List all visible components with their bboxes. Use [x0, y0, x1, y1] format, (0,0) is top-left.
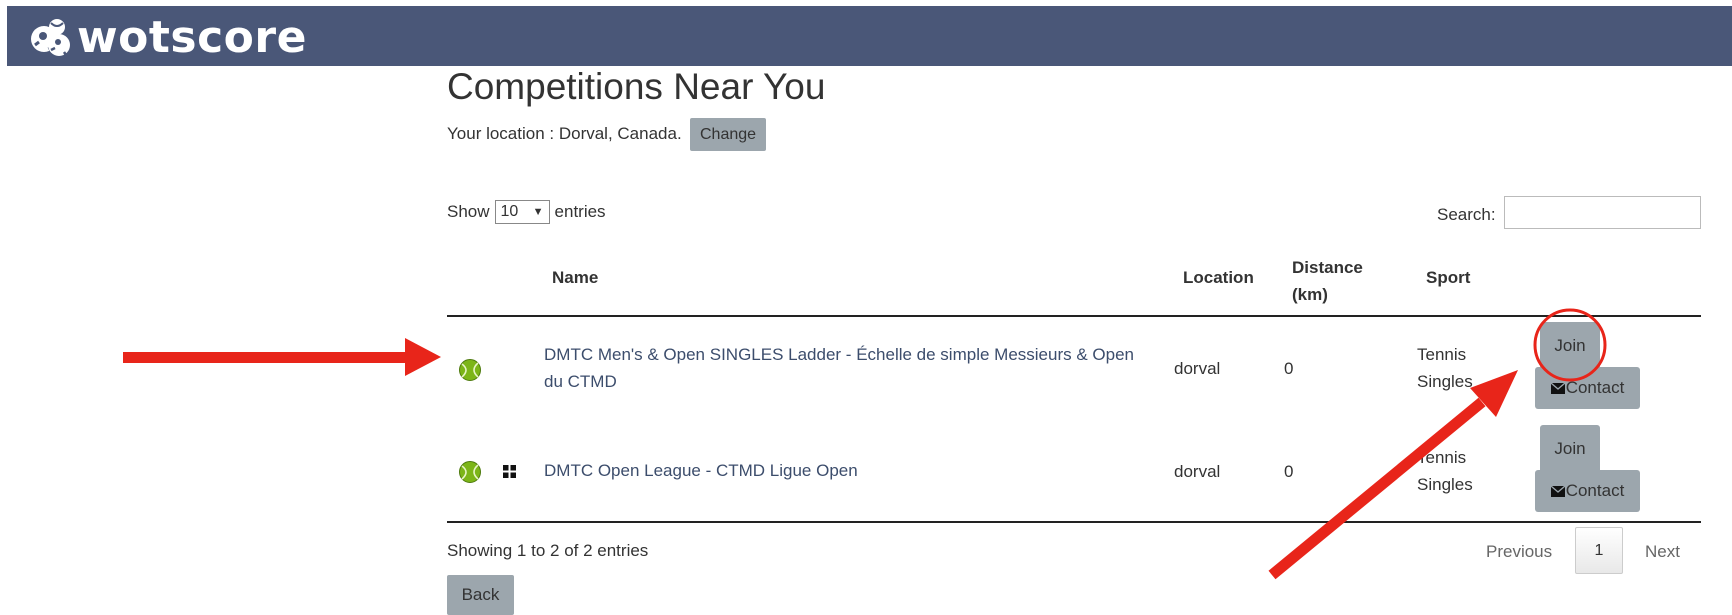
location-cell: dorval [1174, 462, 1221, 481]
distance-cell: 0 [1284, 359, 1294, 378]
sport-cell: Tennis Singles [1417, 341, 1473, 395]
page-length-select[interactable]: 10 ▼ [494, 200, 550, 224]
contact-button[interactable]: Contact [1535, 470, 1640, 512]
distance-cell: 0 [1284, 462, 1294, 481]
table-info-text: Showing 1 to 2 of 2 entries [447, 541, 649, 560]
pagination-page-1[interactable]: 1 [1575, 527, 1623, 574]
competition-name-line1: DMTC Men's & Open SINGLES Ladder - Échel… [544, 345, 1134, 364]
grid-icon [503, 465, 516, 478]
competition-name-line2: du CTMD [544, 372, 617, 391]
contact-button[interactable]: Contact [1535, 367, 1640, 409]
pagination-next[interactable]: Next [1645, 542, 1680, 562]
left-arrow-annotation [123, 338, 441, 376]
competition-link[interactable]: DMTC Men's & Open SINGLES Ladder - Échel… [544, 341, 1134, 395]
diagonal-arrow-annotation [1268, 370, 1518, 580]
column-header-distance[interactable]: Distance (km) [1292, 254, 1363, 308]
sport-line2: Singles [1417, 372, 1473, 391]
sport-line1: Tennis [1417, 448, 1467, 467]
sport-line2: Singles [1417, 475, 1473, 494]
page-title: Competitions Near You [447, 66, 826, 107]
search-input[interactable] [1504, 196, 1701, 229]
contact-label: Contact [1565, 378, 1625, 397]
location-cell: dorval [1174, 359, 1221, 378]
search-label: Search: [1437, 205, 1496, 224]
column-header-sport[interactable]: Sport [1426, 268, 1470, 288]
contact-label: Contact [1565, 481, 1625, 500]
distance-header-line1: Distance [1292, 258, 1363, 277]
tennis-ball-icon [459, 359, 481, 381]
change-location-button[interactable]: Change [690, 118, 767, 151]
page-length-value: 10 [500, 203, 519, 220]
brand-logo[interactable]: wotscore [29, 14, 307, 62]
user-location-text: Your location : Dorval, Canada. [447, 124, 682, 143]
table-footer-divider [447, 521, 1701, 523]
top-header-bar: wotscore [7, 6, 1732, 66]
sport-line1: Tennis [1417, 345, 1467, 364]
competition-link[interactable]: DMTC Open League - CTMD Ligue Open [544, 457, 858, 484]
pagination-previous[interactable]: Previous [1486, 542, 1552, 562]
brand-name: wotscore [77, 12, 307, 63]
competition-name-line1: DMTC Open League - CTMD Ligue Open [544, 461, 858, 480]
show-label: Show [447, 202, 490, 221]
sport-cell: Tennis Singles [1417, 444, 1473, 498]
join-button[interactable]: Join [1540, 425, 1600, 473]
column-header-name[interactable]: Name [552, 268, 598, 288]
distance-header-line2: (km) [1292, 285, 1328, 304]
envelope-icon [1550, 382, 1565, 394]
page-length-control: Show 10 ▼ entries [447, 200, 606, 224]
join-button[interactable]: Join [1540, 322, 1600, 370]
column-header-location[interactable]: Location [1183, 268, 1254, 288]
table-header-divider [447, 315, 1701, 317]
sports-balls-logo-icon [31, 19, 70, 56]
tennis-ball-icon [459, 461, 481, 483]
back-button[interactable]: Back [447, 575, 514, 615]
entries-label: entries [554, 202, 606, 221]
envelope-icon [1550, 485, 1565, 497]
dropdown-caret-icon: ▼ [532, 206, 544, 218]
